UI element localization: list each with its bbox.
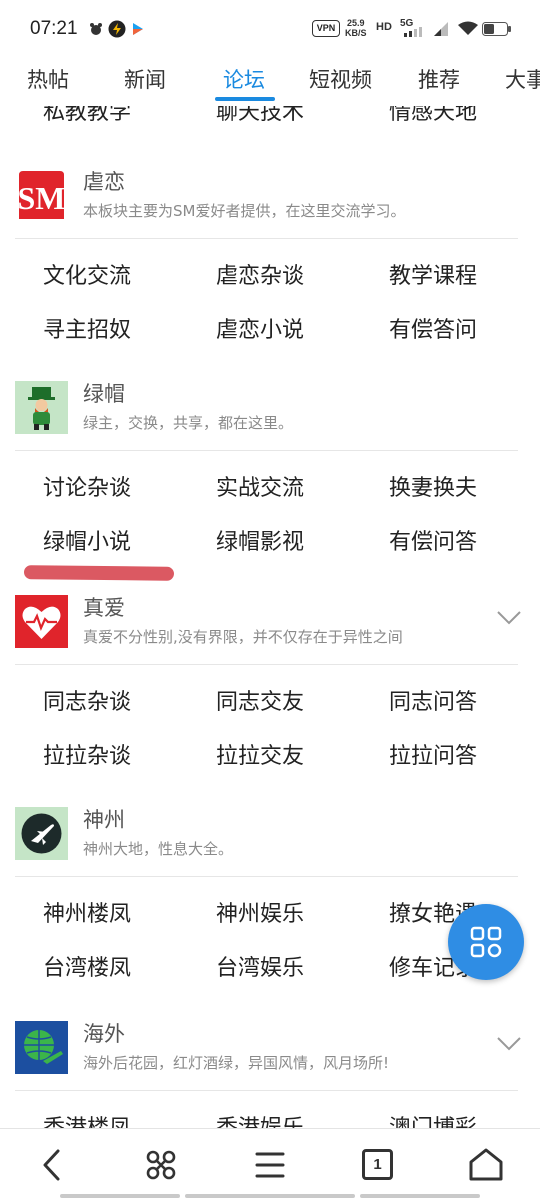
tab-short-video[interactable]: 短视频 (309, 64, 372, 94)
vpn-badge: VPN (312, 20, 340, 37)
section-header[interactable]: SM 虐恋 本板块主要为SM爱好者提供，在这里交流学习。 (0, 158, 540, 236)
section-desc: 绿主，交换，共享，都在这里。 (83, 414, 294, 432)
subforum-link[interactable]: 台湾楼凤 (43, 950, 131, 982)
subforum-link[interactable]: 实战交流 (216, 470, 304, 502)
chevron-down-icon[interactable] (496, 610, 522, 626)
section-title: 神州 (83, 808, 125, 832)
divider (15, 876, 518, 877)
highlight-stroke (23, 565, 175, 581)
subforum-link[interactable]: 同志交友 (216, 684, 304, 716)
divider (15, 1090, 518, 1091)
divider (15, 238, 518, 239)
divider (15, 664, 518, 665)
cutoff-row: 私教教学 聊天技术 情感天地 (0, 106, 540, 126)
section-lvmao: 绿帽 绿主，交换，共享，都在这里。 讨论杂谈 实战交流 换妻换夫 绿帽小说 绿帽… (0, 370, 540, 582)
paw-icon (90, 23, 102, 35)
tab-count: 1 (362, 1149, 393, 1180)
grid-fab-button[interactable] (448, 904, 524, 980)
divider (15, 450, 518, 451)
signal2-icon (434, 22, 448, 36)
net-speed-value: 25.9 (346, 18, 365, 28)
command-icon[interactable] (141, 1145, 181, 1185)
net-speed: 25.9 KB/S (345, 18, 367, 38)
forum-link[interactable]: 私教教学 (43, 106, 131, 126)
section-title: 真爱 (83, 596, 125, 620)
active-tab-indicator (215, 97, 275, 101)
section-header[interactable]: 真爱 真爱不分性别,没有界限，并不仅存在于异性之间 (0, 584, 540, 662)
signal-icon (404, 27, 422, 37)
section-title: 海外 (83, 1022, 125, 1046)
back-icon[interactable] (33, 1145, 73, 1185)
grid-icon (470, 926, 502, 958)
subforum-link[interactable]: 同志杂谈 (43, 684, 131, 716)
subforum-link[interactable]: 有偿答问 (389, 312, 477, 344)
hd-label: HD (376, 21, 392, 33)
subforum-link[interactable]: 神州娱乐 (216, 896, 304, 928)
section-haiwai: 海外 海外后花园，红灯酒绿，异国风情，风月场所! 香港楼凤 香港娱乐 澳门博彩 (0, 1010, 540, 1128)
tab-recommend[interactable]: 推荐 (418, 64, 460, 94)
gesture-bar (185, 1194, 355, 1198)
home-icon[interactable] (466, 1145, 506, 1185)
section-title: 虐恋 (83, 170, 125, 194)
subforum-link[interactable]: 教学课程 (389, 258, 477, 290)
subforum-link[interactable]: 拉拉杂谈 (43, 738, 131, 770)
subforum-link[interactable]: 虐恋杂谈 (216, 258, 304, 290)
forum-link[interactable]: 聊天技术 (216, 106, 304, 126)
chevron-down-icon[interactable] (496, 1036, 522, 1052)
subforum-link[interactable]: 澳门博彩 (389, 1110, 477, 1128)
subforum-link[interactable]: 神州楼凤 (43, 896, 131, 928)
subforum-link[interactable]: 香港楼凤 (43, 1110, 131, 1128)
section-header[interactable]: 绿帽 绿主，交换，共享，都在这里。 (0, 370, 540, 448)
status-bar: 07:21 VPN 25.9 KB/S HD 5G (0, 0, 540, 58)
sm-logo-text: SM (18, 180, 66, 216)
tab-big-events[interactable]: 大事 (505, 64, 540, 94)
heart-logo (15, 595, 68, 648)
sm-logo: SM (15, 169, 68, 222)
battery-icon (482, 22, 511, 36)
section-desc: 真爱不分性别,没有界限，并不仅存在于异性之间 (83, 628, 403, 646)
play-icon (133, 23, 143, 35)
globe-plane-logo (15, 1021, 68, 1074)
menu-icon[interactable] (250, 1145, 290, 1185)
subforum-link[interactable]: 绿帽小说 (43, 524, 131, 556)
subforum-link[interactable]: 有偿问答 (389, 524, 477, 556)
subforum-link[interactable]: 同志问答 (389, 684, 477, 716)
subforum-link[interactable]: 拉拉问答 (389, 738, 477, 770)
section-desc: 本板块主要为SM爱好者提供，在这里交流学习。 (83, 202, 406, 220)
plane-logo (15, 807, 68, 860)
section-zhenai: 真爱 真爱不分性别,没有界限，并不仅存在于异性之间 同志杂谈 同志交友 同志问答… (0, 584, 540, 796)
tab-forum[interactable]: 论坛 (223, 64, 265, 94)
subforum-link[interactable]: 换妻换夫 (389, 470, 477, 502)
subforum-link[interactable]: 文化交流 (43, 258, 131, 290)
forum-link[interactable]: 情感天地 (389, 106, 477, 126)
subforum-link[interactable]: 台湾娱乐 (216, 950, 304, 982)
subforum-link[interactable]: 虐恋小说 (216, 312, 304, 344)
gesture-bar (60, 1194, 180, 1198)
bolt-icon (108, 20, 126, 38)
section-nuelian: SM 虐恋 本板块主要为SM爱好者提供，在这里交流学习。 文化交流 虐恋杂谈 教… (0, 158, 540, 370)
subforum-link[interactable]: 绿帽影视 (216, 524, 304, 556)
wifi-icon (458, 21, 478, 35)
section-desc: 神州大地，性息大全。 (83, 840, 234, 858)
bottom-nav: 1 (0, 1128, 540, 1200)
tabs-count-icon[interactable]: 1 (358, 1145, 398, 1185)
section-header[interactable]: 海外 海外后花园，红灯酒绿，异国风情，风月场所! (0, 1010, 540, 1088)
status-time: 07:21 (30, 18, 78, 39)
subforum-link[interactable]: 讨论杂谈 (43, 470, 131, 502)
tab-hot[interactable]: 热帖 (27, 64, 69, 94)
tab-news[interactable]: 新闻 (124, 64, 166, 94)
section-header[interactable]: 神州 神州大地，性息大全。 (0, 796, 540, 874)
section-title: 绿帽 (83, 382, 125, 406)
gesture-bar (360, 1194, 480, 1198)
section-desc: 海外后花园，红灯酒绿，异国风情，风月场所! (83, 1054, 390, 1072)
net-speed-unit: KB/S (345, 28, 367, 38)
leprechaun-logo (15, 381, 68, 434)
subforum-link[interactable]: 拉拉交友 (216, 738, 304, 770)
subforum-link[interactable]: 寻主招奴 (43, 312, 131, 344)
subforum-link[interactable]: 香港娱乐 (216, 1110, 304, 1128)
